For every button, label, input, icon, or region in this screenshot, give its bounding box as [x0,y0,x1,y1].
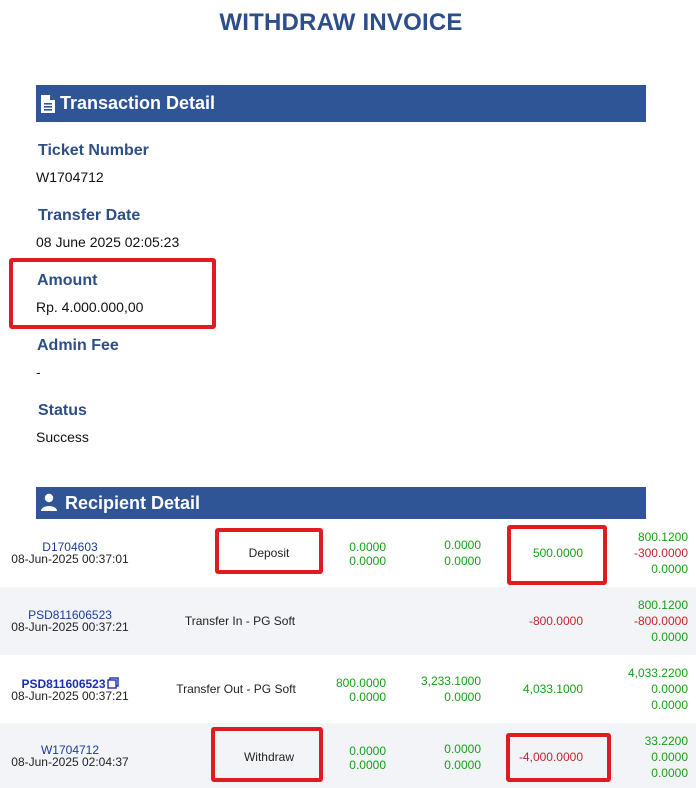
deposit-highlight-box [215,528,323,574]
row-balance-1: 33.2200 [644,734,688,748]
withdraw-highlight-box [211,727,323,782]
row-col2-top: 0.0000 [444,538,481,552]
transfer-date-value: 08 June 2025 02:05:23 [36,234,180,250]
row-col2-top: 0.0000 [444,742,481,756]
admin-fee-value: - [36,364,41,380]
deposit-amount-highlight-box [507,525,607,585]
ticket-number-label: Ticket Number [38,142,149,159]
row-description: Transfer In - PG Soft [184,614,296,628]
row-date: 08-Jun-2025 00:37:21 [11,620,129,634]
status-value: Success [36,429,89,445]
recipient-detail-header: Recipient Detail [36,487,646,519]
row-col2-bottom: 0.0000 [444,554,481,568]
row-col2-top: 3,233.1000 [420,674,481,688]
admin-fee-label: Admin Fee [37,337,119,354]
row-balance-1: 800.1200 [637,598,688,612]
page-title: WITHDRAW INVOICE [219,9,463,36]
table-row: PSD811606523 08-Jun-2025 00:37:21 Transf… [0,587,696,655]
transaction-detail-title: Transaction Detail [60,93,216,113]
row-date: 08-Jun-2025 00:37:01 [11,552,129,566]
row-balance-3: 0.0000 [651,630,688,644]
row-balance-3: 0.0000 [651,698,688,712]
document-icon [40,94,60,114]
row-amount: 4,033.1000 [522,682,583,696]
withdraw-amount-highlight-box [506,733,611,782]
row-date: 08-Jun-2025 02:04:37 [11,755,129,769]
transfer-date-label: Transfer Date [38,207,141,224]
row-balance-2: -300.0000 [633,546,688,560]
row-balance-3: 0.0000 [651,766,688,780]
table-row: PSD811606523 08-Jun-2025 00:37:21 Transf… [0,655,696,723]
row-col1-bottom: 0.0000 [349,690,386,704]
row-balance-1: 800.1200 [637,530,688,544]
user-icon [40,493,62,511]
recipient-detail-title: Recipient Detail [65,493,201,513]
row-balance-3: 0.0000 [651,562,688,576]
row-col2-bottom: 0.0000 [444,758,481,772]
row-balance-2: 0.0000 [651,750,688,764]
ticket-number-value: W1704712 [36,169,104,185]
row-date: 08-Jun-2025 00:37:21 [11,689,129,703]
row-description: Transfer Out - PG Soft [176,682,296,696]
row-balance-2: 0.0000 [651,682,688,696]
row-col2-bottom: 0.0000 [444,690,481,704]
transaction-detail-header: Transaction Detail [36,85,646,122]
amount-highlight-box [9,258,216,329]
row-amount: -800.0000 [528,614,583,628]
status-label: Status [38,402,87,419]
row-balance-2: -800.0000 [633,614,688,628]
row-balance-1: 4,033.2200 [627,666,688,680]
